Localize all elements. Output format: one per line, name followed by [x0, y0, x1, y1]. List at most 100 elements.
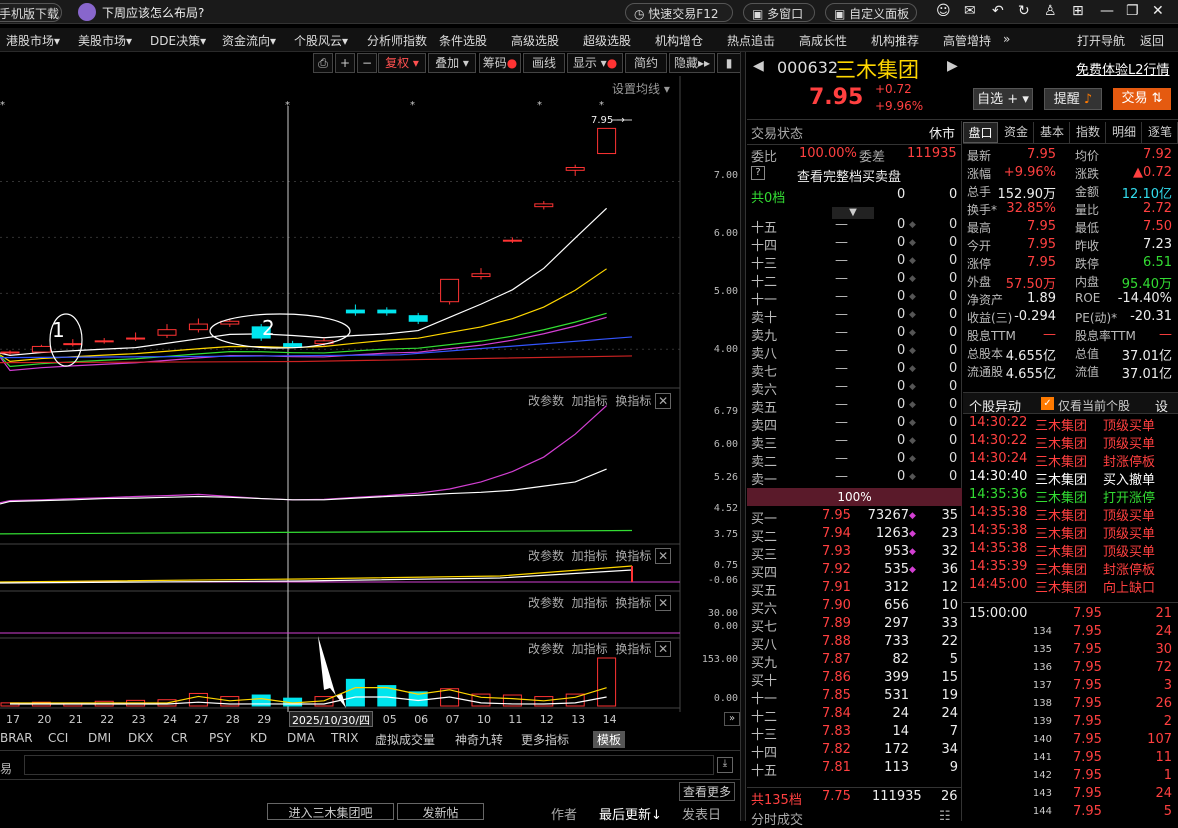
sell-level-row[interactable]: 卖二 —0 ◆ 0: [747, 451, 962, 470]
indicator-tab-6[interactable]: KD: [250, 731, 267, 745]
menu-advanced-select[interactable]: 高级选股: [511, 32, 559, 49]
menu-hotspot[interactable]: 热点追击: [727, 32, 775, 49]
sell-level-row[interactable]: 十三 —0 ◆ 0: [747, 253, 962, 272]
view-more-button[interactable]: 查看更多: [679, 782, 736, 801]
menu-super-select[interactable]: 超级选股: [583, 32, 631, 49]
set-ma-link[interactable]: 设置均线 ▾: [612, 80, 670, 97]
buy-level-row[interactable]: 十五 7.81 113 9: [747, 760, 962, 779]
add-indicator[interactable]: 加指标: [572, 394, 608, 408]
edit-params[interactable]: 改参数: [528, 394, 564, 408]
skin-icon[interactable]: ♙: [1044, 3, 1057, 19]
display-button[interactable]: 显示 ▾●: [567, 53, 623, 73]
menu-condition-select[interactable]: 条件选股: [439, 32, 487, 49]
overlay-button[interactable]: 叠加 ▾: [428, 53, 476, 73]
tab-4[interactable]: 明细: [1107, 122, 1142, 143]
add-watchlist-button[interactable]: 自选 + ▾: [973, 88, 1033, 110]
menu-hk-market[interactable]: 港股市场▾: [6, 32, 60, 49]
new-post-button[interactable]: 发新帖: [397, 803, 484, 820]
buy-level-row[interactable]: 买六 7.90 656 10: [747, 598, 962, 617]
alert-row[interactable]: 14:35:38 三木集团 顶级买单: [963, 541, 1178, 560]
sell-level-row[interactable]: 十五 —0 ◆ 0: [747, 217, 962, 236]
forum-input[interactable]: [24, 755, 714, 775]
alert-row[interactable]: 14:30:22 三木集团 顶级买单: [963, 415, 1178, 434]
next-stock-icon[interactable]: ▶: [947, 58, 958, 74]
buy-level-row[interactable]: 十二 7.84 24 24: [747, 706, 962, 725]
full-book-row[interactable]: ? 查看完整档买卖盘: [747, 166, 962, 185]
buy-level-row[interactable]: 买四 7.92 535 ◆ 36: [747, 562, 962, 581]
sell-level-row[interactable]: 卖一 —0 ◆ 0: [747, 469, 962, 488]
tab-3[interactable]: 指数: [1071, 122, 1106, 143]
prev-stock-icon[interactable]: ◀: [753, 58, 764, 74]
indicator-tab-1[interactable]: CCI: [48, 731, 68, 745]
buy-level-row[interactable]: 买三 7.93 953 ◆ 32: [747, 544, 962, 563]
alerts-settings[interactable]: 设: [1155, 396, 1168, 415]
switch-indicator[interactable]: 换指标: [615, 394, 651, 408]
free-l2-link[interactable]: 免费体验L2行情: [1076, 59, 1170, 78]
menu-open-nav[interactable]: 打开导航: [1077, 32, 1125, 49]
alert-row[interactable]: 14:45:00 三木集团 向上缺口: [963, 577, 1178, 596]
alert-row[interactable]: 14:30:22 三木集团 顶级买单: [963, 433, 1178, 452]
close-icon[interactable]: ✕: [655, 595, 672, 611]
menu-high-growth[interactable]: 高成长性: [799, 32, 847, 49]
buy-level-row[interactable]: 买二 7.94 1263 ◆ 23: [747, 526, 962, 545]
switch-indicator[interactable]: 换指标: [615, 642, 651, 656]
alert-row[interactable]: 14:30:40 三木集团 买入撤单: [963, 469, 1178, 488]
author-header[interactable]: 作者: [551, 804, 577, 823]
alert-row[interactable]: 14:35:38 三木集团 顶级买单: [963, 523, 1178, 542]
buy-level-row[interactable]: 买九 7.87 82 5: [747, 652, 962, 671]
back-icon[interactable]: ↶: [992, 3, 1004, 19]
sell-level-row[interactable]: 卖五 —0 ◆ 0: [747, 397, 962, 416]
chips-button[interactable]: 筹码●: [479, 53, 521, 73]
alert-row[interactable]: 14:35:39 三木集团 封涨停板: [963, 559, 1178, 578]
alert-button[interactable]: 提醒 ♪: [1044, 88, 1102, 110]
menu-back[interactable]: 返回: [1140, 32, 1164, 49]
quick-trade-button[interactable]: ◷ 快速交易F12: [625, 3, 733, 22]
custom-panel-button[interactable]: ▣ 自定义面板: [825, 3, 917, 22]
expand-icon[interactable]: ▮: [717, 53, 741, 73]
alert-row[interactable]: 14:35:38 三木集团 顶级买单: [963, 505, 1178, 524]
sell-level-row[interactable]: 卖八 —0 ◆ 0: [747, 343, 962, 362]
close-icon[interactable]: ✕: [655, 641, 672, 657]
sell-level-row[interactable]: 十一 —0 ◆ 0: [747, 289, 962, 308]
add-indicator[interactable]: 加指标: [572, 596, 608, 610]
sell-level-row[interactable]: 卖四 —0 ◆ 0: [747, 415, 962, 434]
sell-level-row[interactable]: 卖六 —0 ◆ 0: [747, 379, 962, 398]
menu-exec-increase[interactable]: 高管增持: [943, 32, 991, 49]
buy-level-row[interactable]: 买五 7.91 312 12: [747, 580, 962, 599]
user-icon[interactable]: ☺: [936, 3, 951, 19]
sell-level-row[interactable]: 十二 —0 ◆ 0: [747, 271, 962, 290]
menu-us-market[interactable]: 美股市场▾: [78, 32, 132, 49]
indicator-tab-4[interactable]: CR: [171, 731, 188, 745]
close-icon[interactable]: ✕: [1152, 3, 1164, 19]
zoom-out-icon[interactable]: −: [357, 53, 377, 73]
edit-params[interactable]: 改参数: [528, 596, 564, 610]
buy-level-row[interactable]: 买十 7.86 399 15: [747, 670, 962, 689]
menu-inst-recommend[interactable]: 机构推荐: [871, 32, 919, 49]
tab-0[interactable]: 盘口: [963, 122, 998, 143]
indicator-tab-10[interactable]: 神奇九转: [455, 731, 503, 748]
add-indicator[interactable]: 加指标: [572, 549, 608, 563]
enter-forum-button[interactable]: 进入三木集团吧: [267, 803, 394, 820]
edit-params[interactable]: 改参数: [528, 642, 564, 656]
mail-icon[interactable]: ✉: [964, 3, 976, 19]
layout-icon[interactable]: ⊞: [1072, 3, 1084, 19]
multi-window-button[interactable]: ▣ 多窗口: [743, 3, 815, 22]
menu-fund-flow[interactable]: 资金流向▾: [222, 32, 276, 49]
indicator-tab-8[interactable]: TRIX: [331, 731, 358, 745]
menu-stock-trend[interactable]: 个股风云▾: [294, 32, 348, 49]
buy-level-row[interactable]: 十一 7.85 531 19: [747, 688, 962, 707]
sell-level-row[interactable]: 卖七 —0 ◆ 0: [747, 361, 962, 380]
indicator-tab-3[interactable]: DKX: [128, 731, 153, 745]
buy-level-row[interactable]: 买一 7.95 73267 ◆ 35: [747, 508, 962, 527]
menu-dde[interactable]: DDE决策▾: [150, 32, 206, 49]
panel-splitter[interactable]: [740, 52, 746, 821]
indicator-tab-2[interactable]: DMI: [88, 731, 111, 745]
buy-level-row[interactable]: 买七 7.89 297 33: [747, 616, 962, 635]
sell-level-row[interactable]: 卖十 —0 ◆ 0: [747, 307, 962, 326]
sell-level-row[interactable]: 卖三 —0 ◆ 0: [747, 433, 962, 452]
zoom-in-icon[interactable]: +: [335, 53, 355, 73]
indicator-tab-12[interactable]: 模板: [593, 731, 626, 748]
only-current-label[interactable]: 仅看当前个股: [1058, 397, 1130, 414]
mobile-download-button[interactable]: 手机版下载: [0, 3, 62, 22]
news-headline[interactable]: 下周应该怎么布局?: [102, 4, 204, 21]
